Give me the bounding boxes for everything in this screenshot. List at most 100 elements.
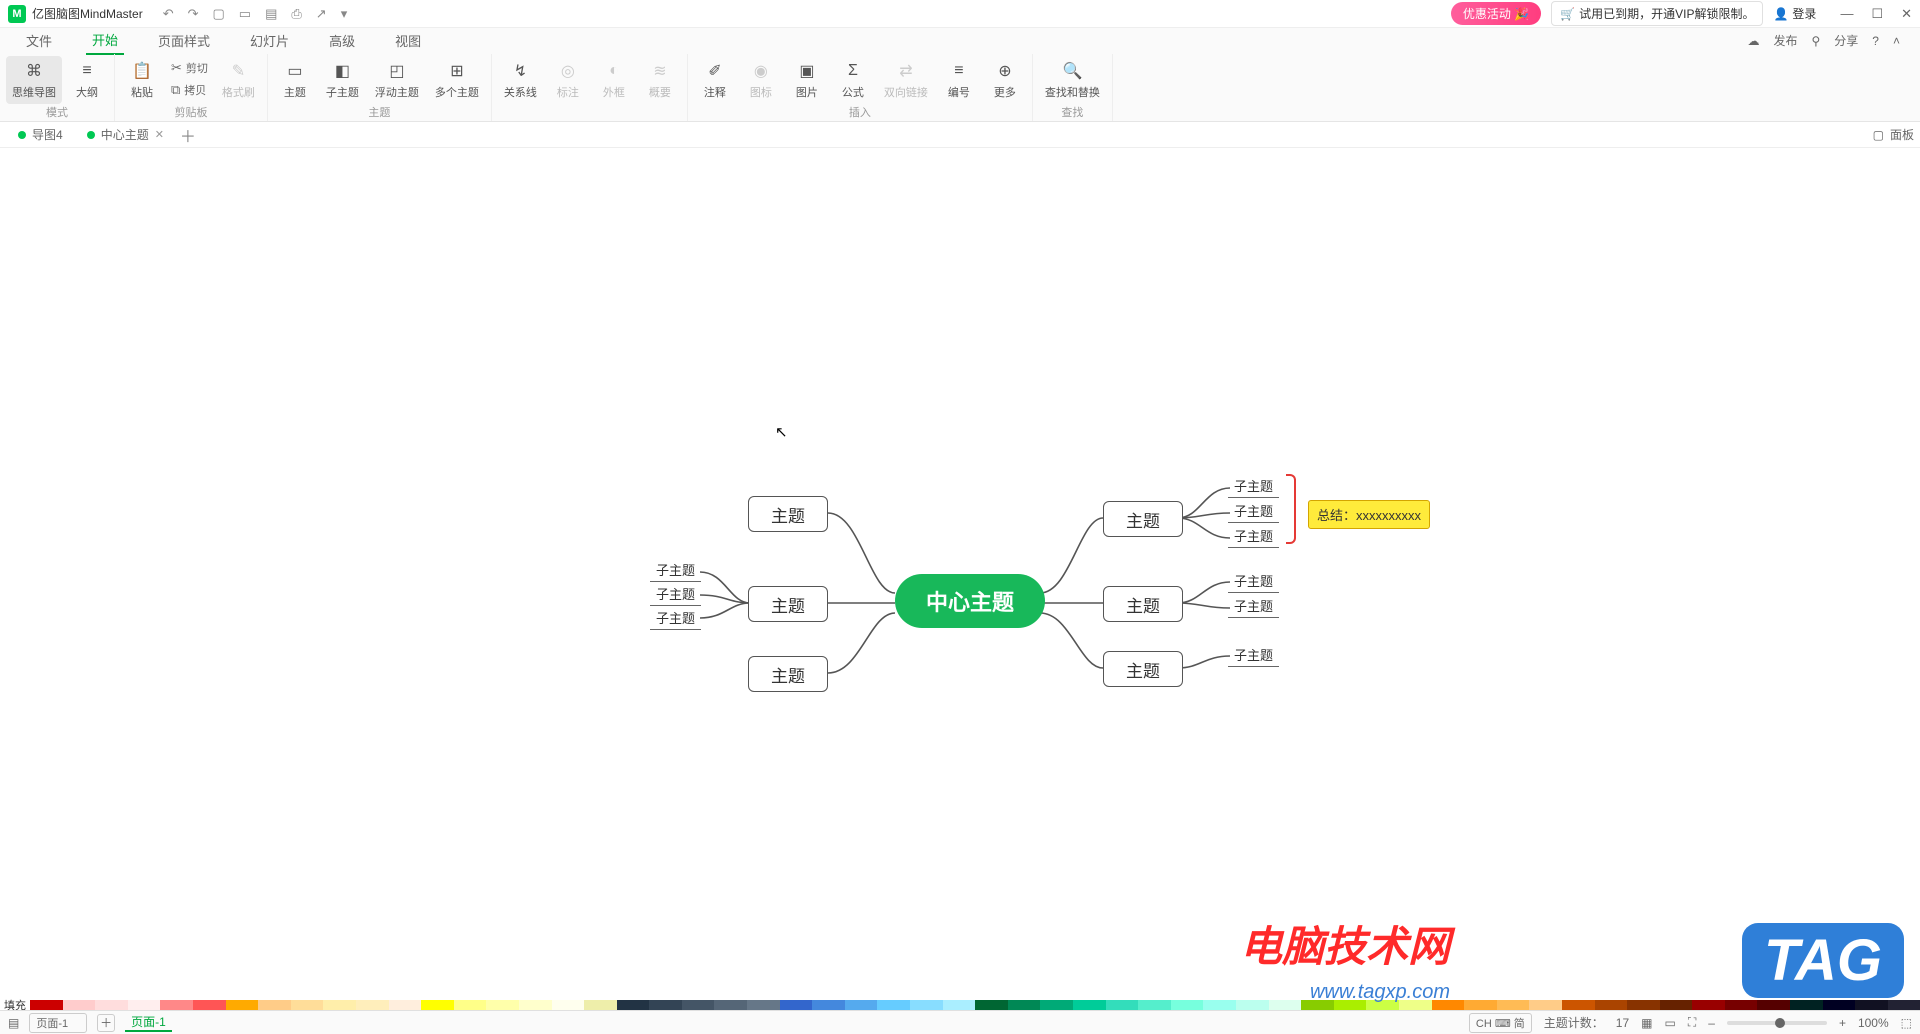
maximize-button[interactable]: ☐: [1871, 6, 1883, 22]
color-swatch[interactable]: [323, 1000, 356, 1010]
color-swatch[interactable]: [1073, 1000, 1106, 1010]
qat-print[interactable]: ⎙: [291, 6, 301, 22]
qat-new[interactable]: ▢: [213, 6, 225, 22]
doc-tab-close[interactable]: ✕: [155, 128, 164, 141]
menu-start[interactable]: 开始: [86, 26, 124, 55]
format-painter-button[interactable]: ✎ 格式刷: [216, 56, 261, 104]
color-swatch[interactable]: [1138, 1000, 1171, 1010]
color-swatch[interactable]: [128, 1000, 161, 1010]
color-swatch[interactable]: [747, 1000, 780, 1010]
zoom-thumb[interactable]: [1775, 1018, 1785, 1028]
color-swatch[interactable]: [30, 1000, 63, 1010]
topic-left-2[interactable]: 主题: [748, 656, 828, 692]
ime-indicator[interactable]: CH ⌨ 简: [1469, 1013, 1532, 1033]
image-button[interactable]: ▣图片: [786, 56, 828, 104]
page-select[interactable]: 页面-1: [29, 1013, 87, 1033]
close-button[interactable]: ✕: [1901, 6, 1912, 22]
minimize-button[interactable]: —: [1840, 6, 1853, 22]
redo-button[interactable]: ↷: [188, 6, 199, 22]
copy-button[interactable]: ⧉拷贝: [167, 80, 212, 100]
color-swatch[interactable]: [682, 1000, 715, 1010]
center-node[interactable]: 中心主题: [895, 574, 1045, 628]
color-swatch[interactable]: [1692, 1000, 1725, 1010]
promo-badge[interactable]: 优惠活动 🎉: [1451, 2, 1541, 25]
relation-button[interactable]: ↯关系线: [498, 56, 543, 104]
paste-button[interactable]: 📋 粘贴: [121, 56, 163, 104]
menu-advanced[interactable]: 高级: [323, 27, 361, 54]
cut-button[interactable]: ✂剪切: [167, 58, 212, 78]
color-swatch[interactable]: [1725, 1000, 1758, 1010]
color-swatch[interactable]: [356, 1000, 389, 1010]
color-swatch[interactable]: [1660, 1000, 1693, 1010]
zoom-slider[interactable]: [1727, 1021, 1827, 1025]
add-page-button[interactable]: ＋: [97, 1014, 115, 1032]
color-swatch[interactable]: [389, 1000, 422, 1010]
color-swatch[interactable]: [486, 1000, 519, 1010]
topic-button[interactable]: ▭主题: [274, 56, 316, 104]
multi-topic-button[interactable]: ⊞多个主题: [429, 56, 485, 104]
panel-button[interactable]: 面板: [1890, 126, 1914, 143]
undo-button[interactable]: ↶: [163, 6, 174, 22]
login-button[interactable]: 👤 登录: [1773, 5, 1816, 22]
topic-right-0[interactable]: 主题: [1103, 501, 1183, 537]
color-swatch[interactable]: [1855, 1000, 1888, 1010]
sub-left-1-2[interactable]: 子主题: [650, 608, 701, 630]
color-swatch[interactable]: [519, 1000, 552, 1010]
color-swatch[interactable]: [1008, 1000, 1041, 1010]
color-swatch[interactable]: [1627, 1000, 1660, 1010]
color-swatch[interactable]: [258, 1000, 291, 1010]
color-swatch[interactable]: [1203, 1000, 1236, 1010]
find-replace-button[interactable]: 🔍查找和替换: [1039, 56, 1106, 104]
menu-file[interactable]: 文件: [20, 27, 58, 54]
color-swatch[interactable]: [1464, 1000, 1497, 1010]
sub-right-2-0[interactable]: 子主题: [1228, 645, 1279, 667]
menu-page-style[interactable]: 页面样式: [152, 27, 216, 54]
topic-right-2[interactable]: 主题: [1103, 651, 1183, 687]
color-swatch[interactable]: [160, 1000, 193, 1010]
color-swatch[interactable]: [1236, 1000, 1269, 1010]
color-swatch[interactable]: [1171, 1000, 1204, 1010]
color-swatch[interactable]: [1888, 1000, 1920, 1010]
color-swatch[interactable]: [226, 1000, 259, 1010]
color-swatch[interactable]: [95, 1000, 128, 1010]
sub-right-1-1[interactable]: 子主题: [1228, 596, 1279, 618]
add-tab-button[interactable]: ＋: [176, 123, 200, 147]
qat-open[interactable]: ▭: [239, 6, 251, 22]
sub-left-1-1[interactable]: 子主题: [650, 584, 701, 606]
doc-tab-1[interactable]: 中心主题 ✕: [75, 122, 176, 147]
publish-button[interactable]: 发布: [1773, 32, 1797, 49]
color-swatch[interactable]: [1790, 1000, 1823, 1010]
color-swatch[interactable]: [1269, 1000, 1302, 1010]
color-swatch[interactable]: [421, 1000, 454, 1010]
more-button[interactable]: ⊕更多: [984, 56, 1026, 104]
color-swatch[interactable]: [291, 1000, 324, 1010]
color-swatch[interactable]: [1757, 1000, 1790, 1010]
canvas[interactable]: 中心主题 主题 主题 主题 主题 主题 主题 子主题 子主题 子主题 子主题 子…: [0, 148, 1920, 1000]
color-swatch[interactable]: [910, 1000, 943, 1010]
view-icon-2[interactable]: ▭: [1665, 1016, 1676, 1030]
numbering-button[interactable]: ≡编号: [938, 56, 980, 104]
trial-notice[interactable]: 🛒 试用已到期，开通VIP解锁限制。: [1551, 1, 1763, 26]
color-swatch[interactable]: [193, 1000, 226, 1010]
color-swatch[interactable]: [1595, 1000, 1628, 1010]
color-swatch[interactable]: [812, 1000, 845, 1010]
collapse-ribbon-button[interactable]: ˄: [1893, 34, 1900, 48]
zoom-in-button[interactable]: +: [1839, 1016, 1846, 1030]
color-swatch[interactable]: [584, 1000, 617, 1010]
qat-export[interactable]: ↗: [316, 6, 327, 22]
summary-button[interactable]: ≋概要: [639, 56, 681, 104]
color-swatch[interactable]: [1497, 1000, 1530, 1010]
sub-left-1-0[interactable]: 子主题: [650, 560, 701, 582]
color-swatch[interactable]: [1106, 1000, 1139, 1010]
color-swatch[interactable]: [649, 1000, 682, 1010]
color-swatch[interactable]: [780, 1000, 813, 1010]
zoom-out-button[interactable]: –: [1708, 1016, 1715, 1030]
topic-left-0[interactable]: 主题: [748, 496, 828, 532]
share-button[interactable]: 分享: [1834, 32, 1858, 49]
sub-right-1-0[interactable]: 子主题: [1228, 571, 1279, 593]
color-swatch[interactable]: [617, 1000, 650, 1010]
callout-button[interactable]: ◎标注: [547, 56, 589, 104]
bilink-button[interactable]: ⇄双向链接: [878, 56, 934, 104]
color-swatch[interactable]: [845, 1000, 878, 1010]
doc-tab-0[interactable]: 导图4: [6, 122, 75, 147]
